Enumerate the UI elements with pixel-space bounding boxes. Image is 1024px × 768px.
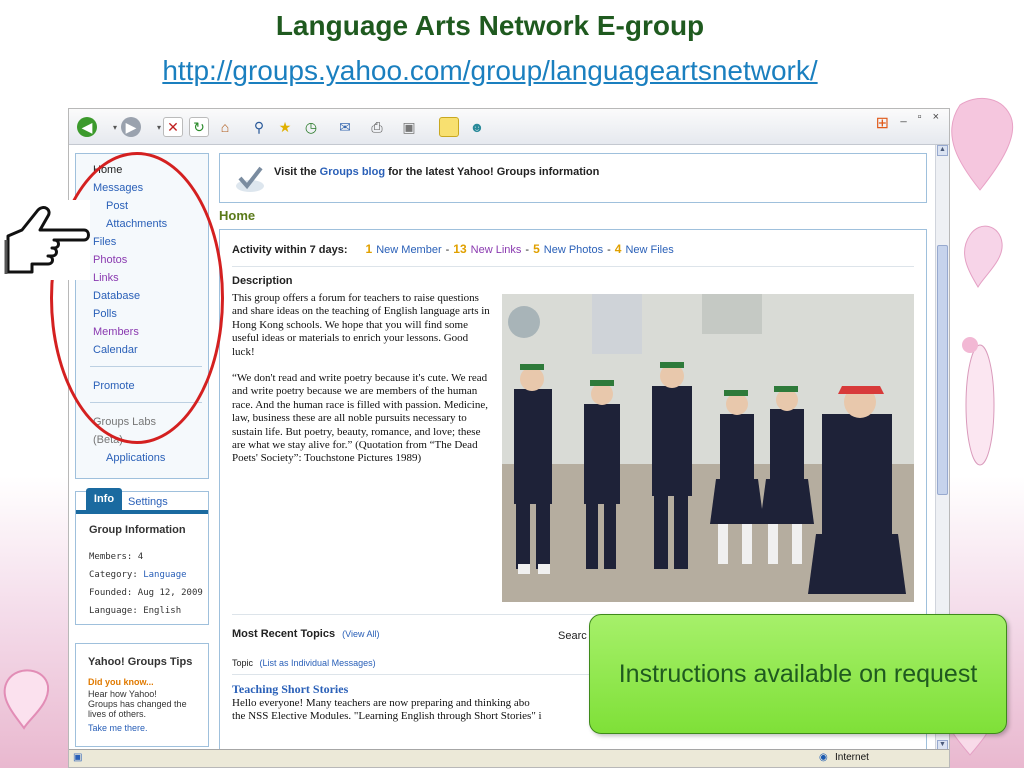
new-photos-link[interactable]: New Photos <box>544 244 603 256</box>
banner-text: Visit the Groups blog for the latest Yah… <box>274 166 599 178</box>
search-icon[interactable]: ⚲ <box>249 117 269 137</box>
checkmark-icon <box>236 166 264 192</box>
new-member-count: 1 <box>365 242 373 256</box>
activity-row: Activity within 7 days: 1 New Member - 1… <box>232 242 674 256</box>
topic-title-link[interactable]: Teaching Short Stories <box>232 682 348 697</box>
description-text: This group offers a forum for teachers t… <box>232 292 492 466</box>
scrollbar-thumb[interactable] <box>937 245 948 495</box>
new-member-link[interactable]: New Member <box>376 244 441 256</box>
group-photo <box>502 294 914 602</box>
slide-title: Language Arts Network E-group <box>275 10 705 41</box>
new-links-count: 13 <box>453 242 467 256</box>
new-links-link[interactable]: New Links <box>471 244 522 256</box>
browser-toolbar: ◀ ▾ ▶ ▾ ✕ ↻ ⌂ ⚲ ★ ◷ ✉ ⎙ ▣ ☻ ⊞ _ ▫ × <box>69 109 949 145</box>
group-url-link[interactable]: http://groups.yahoo.com/group/languagear… <box>0 55 980 87</box>
browser-status-bar: ▣ ◉ Internet <box>69 749 949 767</box>
security-zone-label: Internet <box>835 752 869 763</box>
forward-icon[interactable]: ▶ <box>121 117 141 137</box>
group-info-list: Members: 4 Category: Language Founded: A… <box>89 548 203 620</box>
print-icon[interactable]: ⎙ <box>367 117 387 137</box>
favorites-icon[interactable]: ★ <box>275 117 295 137</box>
description-paragraph: This group offers a forum for teachers t… <box>232 292 490 358</box>
tab-info[interactable]: Info <box>86 488 122 510</box>
messenger-icon[interactable]: ☻ <box>467 117 487 137</box>
window-controls[interactable]: _ ▫ × <box>900 111 943 123</box>
groups-blog-link[interactable]: Groups blog <box>320 166 385 178</box>
history-icon[interactable]: ◷ <box>301 117 321 137</box>
tips-link[interactable]: Take me there. <box>88 723 148 733</box>
discuss-icon[interactable] <box>439 117 459 137</box>
groups-blog-banner: Visit the Groups blog for the latest Yah… <box>219 153 927 203</box>
list-individual-link[interactable]: (List as Individual Messages) <box>260 658 376 668</box>
banner-suffix: for the latest Yahoo! Groups information <box>388 166 600 178</box>
home-heading: Home <box>219 208 256 223</box>
language-label: Language: <box>89 606 138 616</box>
edit-icon[interactable]: ▣ <box>399 117 419 137</box>
section-divider <box>232 266 914 267</box>
activity-separator: - <box>607 244 611 256</box>
description-quote: “We don't read and write poetry because … <box>232 372 488 465</box>
members-value: 4 <box>137 552 144 562</box>
mail-icon[interactable]: ✉ <box>335 117 355 137</box>
home-icon[interactable]: ⌂ <box>215 117 235 137</box>
tips-box: Yahoo! Groups Tips Did you know... Hear … <box>75 643 209 747</box>
windows-logo-icon: ⊞ <box>875 115 889 132</box>
stop-icon[interactable]: ✕ <box>163 117 183 137</box>
nav-applications[interactable]: Applications <box>106 452 165 464</box>
view-all-link[interactable]: (View All) <box>342 629 379 639</box>
recent-topics-header: Most Recent Topics (View All) <box>232 628 380 640</box>
globe-icon: ◉ <box>819 752 828 763</box>
topic-label: Topic <box>232 658 254 668</box>
activity-separator: - <box>445 244 450 256</box>
scroll-up-icon[interactable]: ▲ <box>937 145 948 156</box>
new-photos-count: 5 <box>533 242 540 256</box>
description-heading: Description <box>232 275 293 287</box>
tips-text: Hear how Yahoo! Groups has changed the l… <box>88 689 187 719</box>
members-label: Members: <box>89 552 133 562</box>
language-value: English <box>143 606 182 616</box>
decorative-heart-left <box>3 669 50 730</box>
tips-heading: Yahoo! Groups Tips <box>88 656 193 668</box>
tab-underline <box>76 510 208 514</box>
refresh-icon[interactable]: ↻ <box>189 117 209 137</box>
group-info-box: Info Settings Group Information Members:… <box>75 488 209 625</box>
instructions-callout: Instructions available on request <box>589 614 1007 734</box>
category-link[interactable]: Language <box>143 570 186 580</box>
page-status-icon: ▣ <box>73 752 83 763</box>
category-label: Category: <box>89 570 138 580</box>
activity-label: Activity within 7 days: <box>232 244 348 256</box>
tab-settings[interactable]: Settings <box>128 496 168 508</box>
did-you-know-label: Did you know... <box>88 677 154 687</box>
new-files-link[interactable]: New Files <box>625 244 673 256</box>
topic-list-header: Topic (List as Individual Messages) <box>232 658 376 668</box>
search-label: Searc <box>558 630 587 642</box>
new-files-count: 4 <box>614 242 622 256</box>
activity-separator: - <box>525 244 530 256</box>
pointing-hand-icon <box>0 200 90 280</box>
founded-value: Aug 12, 2009 <box>137 588 203 598</box>
back-icon[interactable]: ◀ <box>77 117 97 137</box>
recent-topics-heading: Most Recent Topics <box>232 628 336 640</box>
group-info-heading: Group Information <box>89 524 186 536</box>
founded-label: Founded: <box>89 588 133 598</box>
highlight-ellipse <box>50 152 224 444</box>
banner-prefix: Visit the <box>274 166 317 178</box>
